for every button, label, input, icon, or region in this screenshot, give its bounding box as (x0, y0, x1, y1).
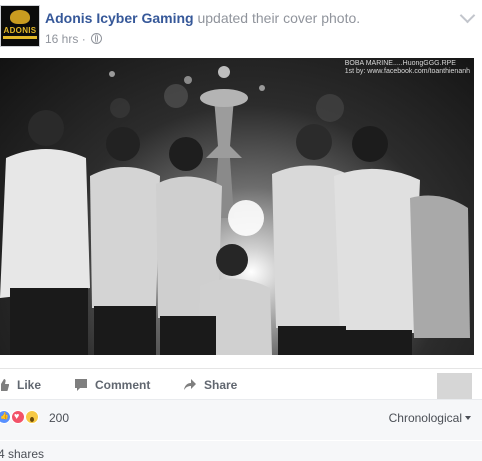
like-label: Like (17, 378, 42, 392)
love-reaction-icon[interactable] (11, 410, 25, 424)
avatar-logo-bar (3, 36, 37, 39)
watermark-line-2: 1st by: www.facebook.com/toanthienanh (344, 68, 470, 75)
comment-icon (75, 379, 87, 391)
share-button[interactable]: Share (184, 378, 237, 392)
post-header: ADONIS Adonis Icyber Gaming updated thei… (0, 0, 482, 58)
sort-label: Chronological (388, 411, 462, 425)
reactions-bar: 200 Chronological (0, 399, 482, 440)
reaction-count[interactable]: 200 (49, 411, 69, 425)
post-timestamp[interactable]: 16 hrs (45, 32, 78, 46)
post-meta: 16 hrs · (45, 32, 103, 46)
like-reaction-icon[interactable] (0, 410, 11, 424)
watermark-line-1: BOBA MARINE.....HuongGGG.RPE (344, 60, 456, 67)
page-logo-icon (10, 10, 30, 24)
post-action-text: updated their cover photo. (193, 10, 361, 26)
post-actions-bar: Like Comment Share (0, 368, 482, 404)
shares-row: 4 shares (0, 441, 482, 461)
thumbs-up-icon (0, 379, 9, 391)
shares-count[interactable]: 4 shares (0, 447, 44, 461)
like-button[interactable]: Like (0, 378, 41, 392)
caret-down-icon (465, 416, 471, 420)
post-title: Adonis Icyber Gaming updated their cover… (45, 10, 360, 26)
meta-separator: · (81, 32, 86, 46)
page-name-link[interactable]: Adonis Icyber Gaming (45, 10, 194, 26)
cover-photo[interactable]: BOBA MARINE.....HuongGGG.RPE 1st by: www… (0, 58, 474, 355)
cover-photo-scene (0, 66, 470, 355)
share-label: Share (204, 378, 238, 392)
avatar-logo-text: ADONIS (3, 26, 37, 35)
comment-button[interactable]: Comment (75, 378, 150, 392)
chevron-down-icon[interactable] (459, 7, 476, 24)
globe-icon[interactable] (91, 33, 103, 44)
photo-watermark: BOBA MARINE.....HuongGGG.RPE 1st by: www… (345, 60, 470, 76)
page-avatar[interactable]: ADONIS (0, 5, 40, 47)
comment-label: Comment (95, 378, 151, 392)
share-arrow-icon (184, 379, 196, 390)
wow-reaction-icon[interactable] (25, 410, 39, 424)
sort-dropdown[interactable]: Chronological (389, 411, 471, 425)
